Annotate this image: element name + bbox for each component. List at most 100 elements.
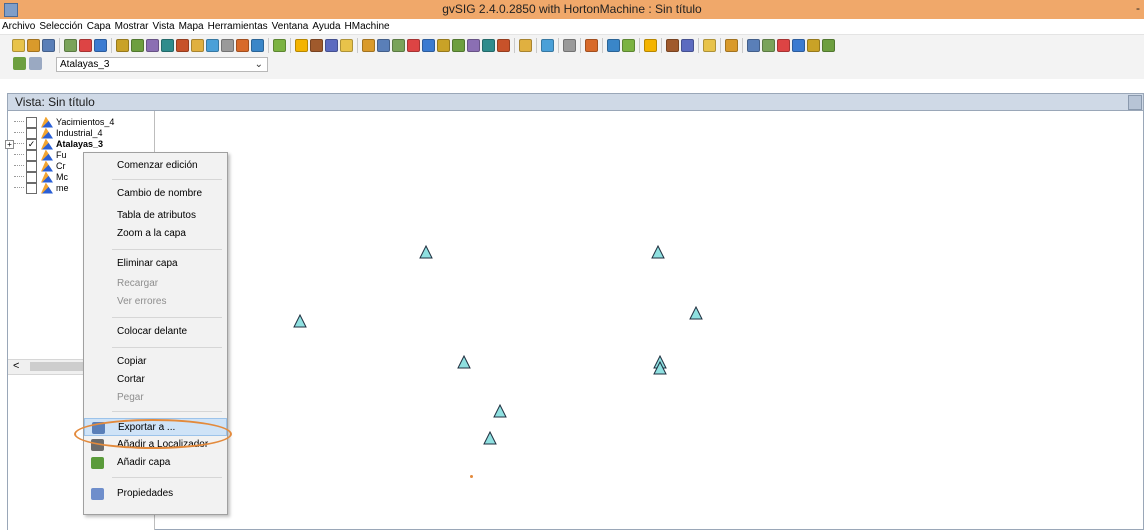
scroll-thumb[interactable] [30, 362, 88, 371]
menu-ayuda[interactable]: Ayuda [310, 19, 342, 34]
link-icon[interactable] [482, 38, 495, 52]
filter-icon[interactable] [452, 38, 465, 52]
layout-icon[interactable] [644, 38, 657, 52]
context-menu-item[interactable]: Añadir capa [84, 454, 227, 472]
tree-connector [14, 176, 24, 178]
map-point-feature[interactable] [419, 245, 433, 259]
toolbar-separator [357, 37, 358, 53]
menu-hmachine[interactable]: HMachine [343, 19, 392, 34]
pointer-icon[interactable] [497, 38, 510, 52]
alert-icon[interactable] [703, 38, 716, 52]
zoom-prev-icon[interactable] [191, 38, 204, 52]
graph-icon[interactable] [340, 38, 353, 52]
globe-icon[interactable] [467, 38, 480, 52]
map-point-feature[interactable] [293, 314, 307, 328]
context-menu-item-label: Cambio de nombre [117, 188, 203, 199]
context-menu-item[interactable]: Copiar [84, 353, 227, 371]
add-layer-icon [91, 457, 104, 469]
table-icon[interactable] [273, 38, 286, 52]
context-menu-item-label: Comenzar edición [117, 160, 198, 171]
context-menu-item[interactable]: Cambio de nombre [84, 185, 227, 203]
menu-separator [112, 317, 222, 318]
menu-vista[interactable]: Vista [151, 19, 177, 34]
edit-layer-icon[interactable] [13, 57, 26, 70]
context-menu-item[interactable]: Propiedades [84, 485, 227, 503]
globe3d-icon[interactable] [747, 38, 760, 52]
stack-icon[interactable] [792, 38, 805, 52]
context-menu-item[interactable]: Tabla de atributos [84, 207, 227, 225]
target-icon[interactable] [681, 38, 694, 52]
zoom-layer-icon[interactable] [206, 38, 219, 52]
import-icon[interactable] [94, 38, 107, 52]
mail-icon[interactable] [822, 38, 835, 52]
area-icon[interactable] [325, 38, 338, 52]
context-menu-item[interactable]: Comenzar edición [84, 157, 227, 175]
info-icon[interactable] [295, 38, 308, 52]
menu-herramientas[interactable]: Herramientas [206, 19, 270, 34]
select-rect-icon[interactable] [377, 38, 390, 52]
zoom-out-icon[interactable] [176, 38, 189, 52]
zoom-back-icon[interactable] [221, 38, 234, 52]
measure-icon[interactable] [310, 38, 323, 52]
zoom-fwd-icon[interactable] [236, 38, 249, 52]
context-menu-item[interactable]: Colocar delante [84, 323, 227, 341]
map-point-small[interactable] [470, 475, 473, 478]
select-icon[interactable] [362, 38, 375, 52]
tools-icon[interactable] [725, 38, 738, 52]
zoom-in-icon[interactable] [161, 38, 174, 52]
menu-capa[interactable]: Capa [85, 19, 113, 34]
map-point-feature[interactable] [493, 404, 507, 418]
save-icon[interactable] [42, 38, 55, 52]
zoom-full-icon[interactable] [131, 38, 144, 52]
map-point-feature[interactable] [689, 306, 703, 320]
scroll-left-icon[interactable]: < [13, 360, 19, 373]
minimize-button[interactable]: - [1136, 1, 1140, 15]
context-menu-item[interactable]: Cortar [84, 371, 227, 389]
menu-mapa[interactable]: Mapa [177, 19, 206, 34]
zoom-scale-icon[interactable] [251, 38, 264, 52]
menu-archivo[interactable]: Archivo [0, 19, 37, 34]
measure-tool-icon[interactable] [563, 38, 576, 52]
context-menu-item-label: Eliminar capa [117, 258, 178, 269]
locator-tool-icon[interactable] [541, 38, 554, 52]
select-circle-icon[interactable] [407, 38, 420, 52]
open-icon[interactable] [27, 38, 40, 52]
select-poly-icon[interactable] [392, 38, 405, 52]
context-menu-item: Recargar [84, 275, 227, 293]
gear-icon[interactable] [666, 38, 679, 52]
map-point-feature[interactable] [653, 361, 667, 375]
layer-add-icon[interactable] [64, 38, 77, 52]
menu-mostrar[interactable]: Mostrar [113, 19, 151, 34]
new-icon[interactable] [12, 38, 25, 52]
print-icon[interactable] [607, 38, 620, 52]
toc-layer-item[interactable]: me [8, 181, 69, 195]
select-buffer-icon[interactable] [437, 38, 450, 52]
select-filter-icon[interactable] [422, 38, 435, 52]
menu-separator [112, 179, 222, 180]
map-icon[interactable] [807, 38, 820, 52]
layer-select[interactable]: Atalayas_3 ⌄ [56, 57, 268, 72]
context-menu-item[interactable]: Zoom a la capa [84, 225, 227, 243]
grid-icon[interactable] [762, 38, 775, 52]
layer-visibility-checkbox[interactable] [26, 182, 37, 194]
theme-icon[interactable] [79, 38, 92, 52]
context-menu-item[interactable]: Eliminar capa [84, 255, 227, 273]
layer-list-icon[interactable] [29, 57, 42, 70]
vector-layer-icon [41, 182, 53, 194]
toolbar-separator [580, 37, 581, 53]
map-point-feature[interactable] [483, 431, 497, 445]
toolbar-separator [111, 37, 112, 53]
snap-icon[interactable] [585, 38, 598, 52]
menu-ventana[interactable]: Ventana [270, 19, 311, 34]
chevron-down-icon: ⌄ [254, 59, 263, 70]
pan-icon[interactable] [116, 38, 129, 52]
map-point-feature[interactable] [651, 245, 665, 259]
maximize-button[interactable] [1128, 95, 1142, 110]
map-point-feature[interactable] [457, 355, 471, 369]
block-icon[interactable] [519, 38, 532, 52]
preview-icon[interactable] [622, 38, 635, 52]
swap-icon[interactable] [777, 38, 790, 52]
map-canvas[interactable] [155, 111, 1144, 530]
zoom-select-icon[interactable] [146, 38, 159, 52]
menu-seleccion[interactable]: Selección [37, 19, 84, 34]
